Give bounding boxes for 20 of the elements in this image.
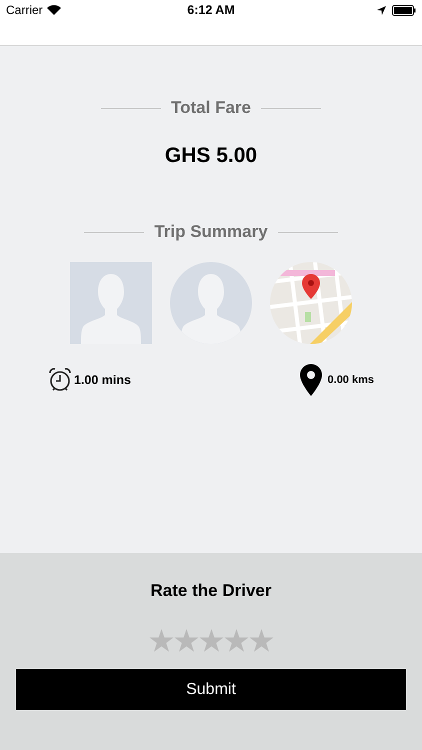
star-icon[interactable] — [224, 629, 248, 653]
battery-icon — [392, 4, 416, 16]
fare-amount: GHS 5.00 — [164, 144, 258, 168]
alarm-clock-icon — [48, 367, 72, 393]
clock-time: 6:12 AM — [187, 3, 235, 17]
section-heading: Trip Summary — [154, 222, 268, 242]
star-icon[interactable] — [174, 629, 198, 653]
rating-title: Rate the Driver — [150, 581, 272, 601]
map-pin-icon — [300, 364, 322, 396]
submit-button[interactable]: Submit — [16, 669, 406, 710]
section-heading: Total Fare — [171, 98, 251, 118]
location-arrow-icon — [377, 6, 386, 14]
carrier-label: Carrier — [6, 3, 43, 17]
distance-value: 0.00 kms — [328, 374, 374, 386]
star-icon[interactable] — [198, 629, 224, 653]
star-icon[interactable] — [248, 629, 274, 653]
star-icon[interactable] — [148, 629, 174, 653]
wifi-icon — [46, 5, 61, 15]
star-rating[interactable] — [148, 629, 274, 653]
duration-value: 1.00 mins — [74, 373, 131, 387]
